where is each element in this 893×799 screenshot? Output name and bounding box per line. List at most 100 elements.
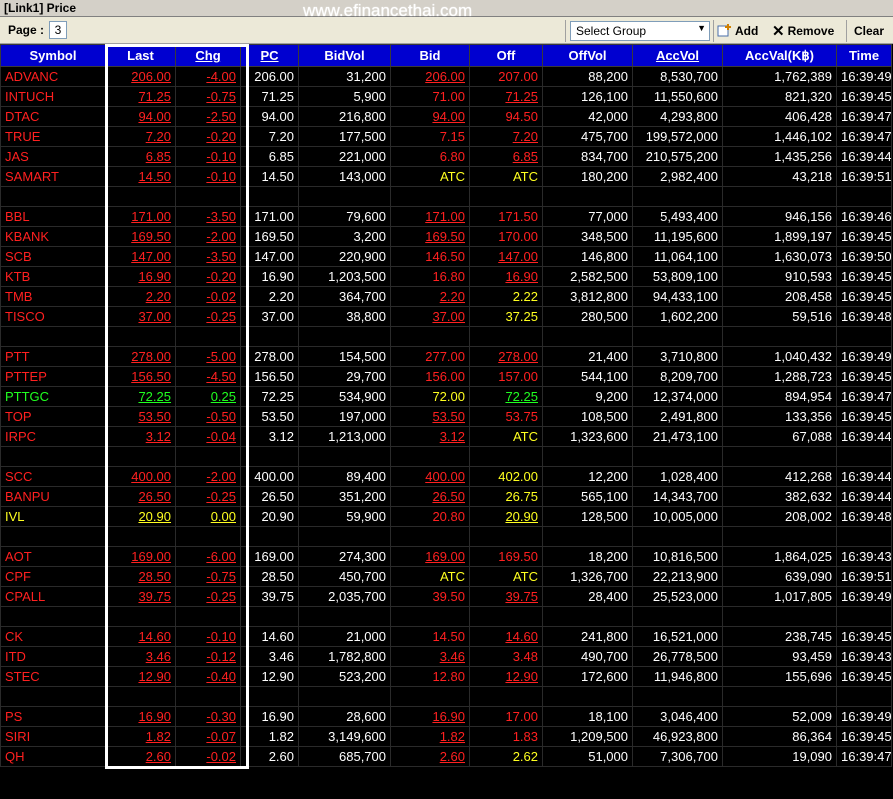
remove-button[interactable]: ✕ Remove xyxy=(772,21,834,41)
table-row[interactable]: AOT 169.00 -6.00 169.00 274,300 169.00 169.50 1… xyxy=(0,546,892,567)
page-number-input[interactable]: 3 xyxy=(49,21,68,39)
table-row[interactable]: DTAC 94.00 -2.50 94.00 216,800 94.00 94.50 42,0… xyxy=(0,106,892,127)
col-header-time[interactable]: Time xyxy=(836,44,892,67)
cell-last: 6.85 xyxy=(105,146,176,167)
table-row[interactable]: CK 14.60 -0.10 14.60 21,000 14.50 14.60 241,800… xyxy=(0,626,892,647)
table-row[interactable]: JAS 6.85 -0.10 6.85 221,000 6.80 6.85 834,700 21… xyxy=(0,146,892,167)
cell-pc-value: 400.00 xyxy=(254,469,294,484)
cell-pc: 169.50 xyxy=(240,226,299,247)
cell-pc: 1.82 xyxy=(240,726,299,747)
table-row[interactable]: INTUCH 71.25 -0.75 71.25 5,900 71.00 71.25 126,… xyxy=(0,86,892,107)
table-row[interactable]: BBL 171.00 -3.50 171.00 79,600 171.00 171.50 77… xyxy=(0,206,892,227)
cell-accval-value: 208,458 xyxy=(785,289,832,304)
cell-bidvol: 1,213,000 xyxy=(298,426,391,447)
cell-pc: 171.00 xyxy=(240,206,299,227)
cell-bid-value: 71.00 xyxy=(432,89,465,104)
select-group-dropdown[interactable]: Select Group ▼ xyxy=(570,21,710,41)
cell-bid-value: 53.50 xyxy=(432,409,465,424)
table-row[interactable]: SCB 147.00 -3.50 147.00 220,900 146.50 147.00 1… xyxy=(0,246,892,267)
cell-bid-value: 6.80 xyxy=(439,149,465,164)
cell-chg xyxy=(175,446,241,467)
col-header-accvol[interactable]: AccVol xyxy=(632,44,723,67)
col-header-off[interactable]: Off xyxy=(469,44,543,67)
cell-off-value: 26.75 xyxy=(505,489,538,504)
col-header-accval[interactable]: AccVal(K฿) xyxy=(722,44,837,67)
table-row[interactable]: ITD 3.46 -0.12 3.46 1,782,800 3.46 3.48 490,700… xyxy=(0,646,892,667)
spacer-row xyxy=(0,606,892,627)
table-row[interactable]: SCC 400.00 -2.00 400.00 89,400 400.00 402.00 12… xyxy=(0,466,892,487)
cell-chg-value: -4.50 xyxy=(206,369,236,384)
cell-accval xyxy=(722,186,837,207)
table-row[interactable]: TMB 2.20 -0.02 2.20 364,700 2.20 2.22 3,812,800… xyxy=(0,286,892,307)
table-row[interactable]: ADVANC 206.00 -4.00 206.00 31,200 206.00 207.0… xyxy=(0,66,892,87)
table-row[interactable]: PS 16.90 -0.30 16.90 28,600 16.90 17.00 18,100 3… xyxy=(0,706,892,727)
table-row[interactable]: PTTGC 72.25 0.25 72.25 534,900 72.00 72.25 9,20… xyxy=(0,386,892,407)
cell-last-value: 1.82 xyxy=(145,729,171,744)
table-row[interactable]: SAMART 14.50 -0.10 14.50 143,000 ATC ATC 180,20… xyxy=(0,166,892,187)
cell-offvol-value: 12,200 xyxy=(588,469,628,484)
cell-last: 206.00 xyxy=(105,66,176,87)
cell-symbol xyxy=(0,606,106,627)
cell-pc-value: 26.50 xyxy=(261,489,294,504)
table-row[interactable]: IVL 20.90 0.00 20.90 59,900 20.80 20.90 128,500… xyxy=(0,506,892,527)
cell-symbol: BANPU xyxy=(0,486,106,507)
cell-symbol-value: TOP xyxy=(5,409,32,424)
cell-accvol: 8,209,700 xyxy=(632,366,723,387)
table-row[interactable]: SIRI 1.82 -0.07 1.82 3,149,600 1.82 1.83 1,209,… xyxy=(0,726,892,747)
col-header-symbol[interactable]: Symbol xyxy=(0,44,106,67)
cell-symbol: PTTGC xyxy=(0,386,106,407)
table-row[interactable]: TISCO 37.00 -0.25 37.00 38,800 37.00 37.25 280,… xyxy=(0,306,892,327)
cell-accval: 894,954 xyxy=(722,386,837,407)
cell-off: 157.00 xyxy=(469,366,543,387)
cell-bid-value: 16.90 xyxy=(432,709,465,724)
cell-symbol-value: DTAC xyxy=(5,109,40,124)
table-row[interactable]: TOP 53.50 -0.50 53.50 197,000 53.50 53.75 108,5… xyxy=(0,406,892,427)
cell-accvol-value: 21,473,100 xyxy=(652,429,718,444)
cell-off: 94.50 xyxy=(469,106,543,127)
table-row[interactable]: KBANK 169.50 -2.00 169.50 3,200 169.50 170.00 3… xyxy=(0,226,892,247)
cell-pc xyxy=(240,326,299,347)
cell-offvol xyxy=(542,446,633,467)
table-row[interactable]: QH 2.60 -0.02 2.60 685,700 2.60 2.62 51,000 7,30… xyxy=(0,746,892,767)
cell-time: 16:39:45 xyxy=(836,666,892,687)
cell-off: 26.75 xyxy=(469,486,543,507)
col-header-chg[interactable]: Chg xyxy=(175,44,241,67)
table-row[interactable]: PTT 278.00 -5.00 278.00 154,500 277.00 278.00 2… xyxy=(0,346,892,367)
cell-symbol: SCB xyxy=(0,246,106,267)
cell-accval: 1,864,025 xyxy=(722,546,837,567)
table-row[interactable]: KTB 16.90 -0.20 16.90 1,203,500 16.80 16.90 2,5… xyxy=(0,266,892,287)
cell-time: 16:39:48 xyxy=(836,506,892,527)
col-header-last[interactable]: Last xyxy=(105,44,176,67)
spacer-row xyxy=(0,686,892,707)
add-button[interactable]: Add xyxy=(717,21,758,41)
cell-off: 53.75 xyxy=(469,406,543,427)
cell-accval xyxy=(722,686,837,707)
table-row[interactable]: TRUE 7.20 -0.20 7.20 177,500 7.15 7.20 475,700 1… xyxy=(0,126,892,147)
cell-chg-value: -0.02 xyxy=(206,749,236,764)
col-header-pc[interactable]: PC xyxy=(240,44,299,67)
table-row[interactable]: IRPC 3.12 -0.04 3.12 1,213,000 3.12 ATC 1,323,6… xyxy=(0,426,892,447)
table-row[interactable]: CPF 28.50 -0.75 28.50 450,700 ATC ATC 1,326,700… xyxy=(0,566,892,587)
col-header-bidvol[interactable]: BidVol xyxy=(298,44,391,67)
cell-off-value: 157.00 xyxy=(498,369,538,384)
col-header-offvol[interactable]: OffVol xyxy=(542,44,633,67)
cell-bid: 12.80 xyxy=(390,666,470,687)
cell-time: 16:39:49 xyxy=(836,66,892,87)
table-row[interactable]: BANPU 26.50 -0.25 26.50 351,200 26.50 26.75 565… xyxy=(0,486,892,507)
cell-chg: -0.25 xyxy=(175,486,241,507)
cell-bidvol xyxy=(298,326,391,347)
table-row[interactable]: PTTEP 156.50 -4.50 156.50 29,700 156.00 157.00… xyxy=(0,366,892,387)
cell-symbol-value: TRUE xyxy=(5,129,41,144)
cell-symbol-value: IVL xyxy=(5,509,25,524)
cell-last-value: 20.90 xyxy=(138,509,171,524)
cell-bid: 169.00 xyxy=(390,546,470,567)
col-header-bid[interactable]: Bid xyxy=(390,44,470,67)
table-row[interactable]: CPALL 39.75 -0.25 39.75 2,035,700 39.50 39.75 2… xyxy=(0,586,892,607)
cell-chg: -0.75 xyxy=(175,86,241,107)
clear-button[interactable]: Clear xyxy=(854,21,884,41)
cell-pc-value: 72.25 xyxy=(261,389,294,404)
cell-symbol: IRPC xyxy=(0,426,106,447)
cell-bidvol: 534,900 xyxy=(298,386,391,407)
table-row[interactable]: STEC 12.90 -0.40 12.90 523,200 12.80 12.90 172,… xyxy=(0,666,892,687)
cell-pc xyxy=(240,526,299,547)
